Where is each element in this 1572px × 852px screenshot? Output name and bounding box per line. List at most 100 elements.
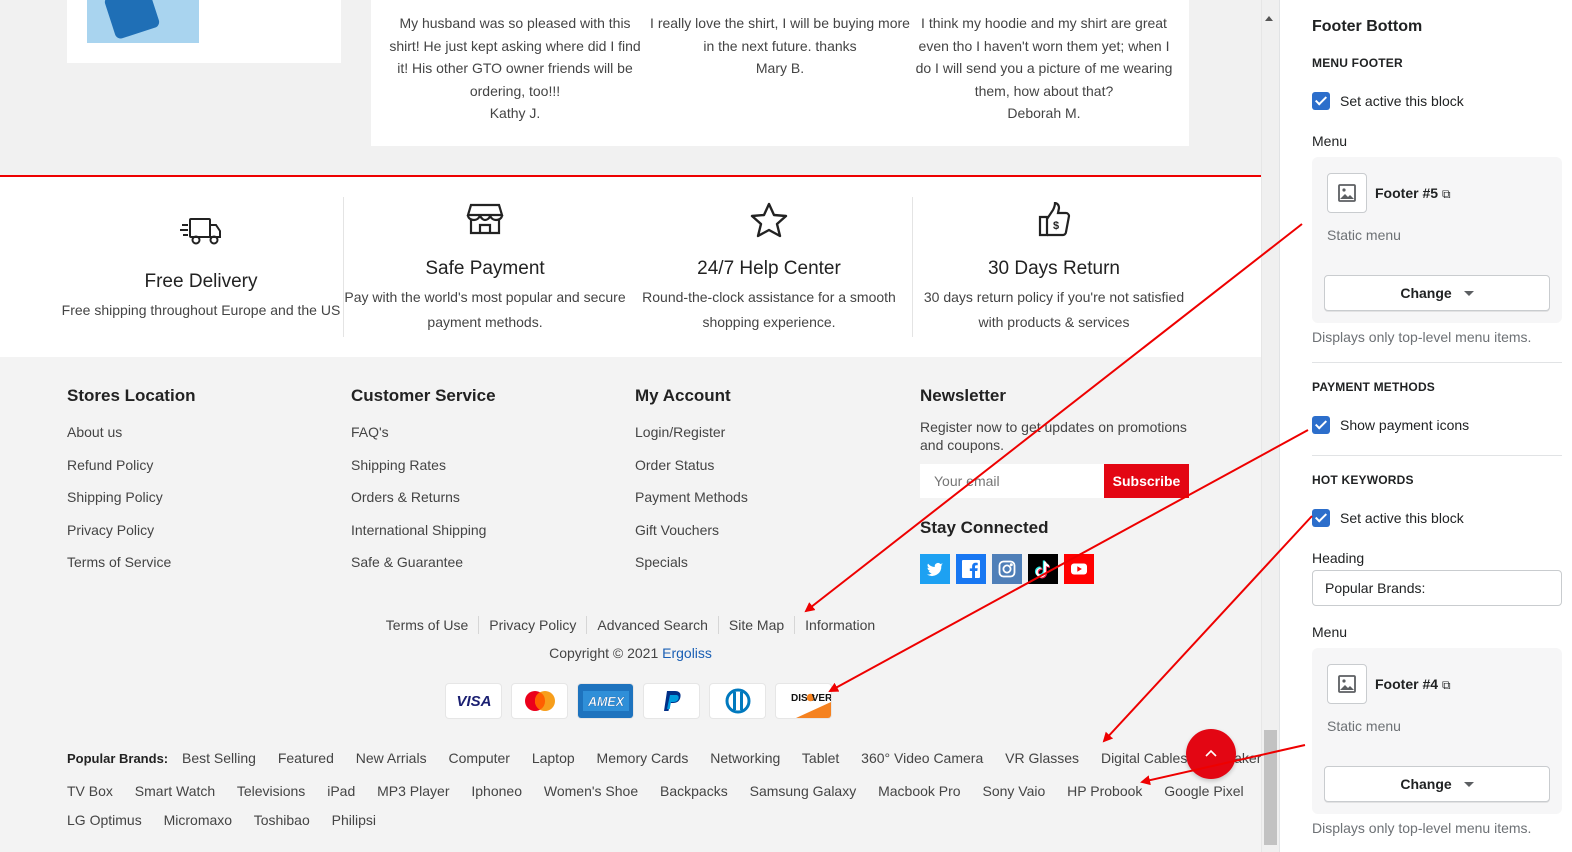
footer-link[interactable]: Orders & Returns — [351, 489, 496, 522]
brand-link[interactable]: MP3 Player — [377, 783, 449, 799]
external-link-icon[interactable]: ⧉ — [1442, 187, 1451, 201]
footer-link[interactable]: About us — [67, 424, 195, 457]
brand-link[interactable]: Women's Shoe — [544, 783, 638, 799]
testimonial: My husband was so pleased with this shir… — [385, 12, 645, 125]
testimonial-text: My husband was so pleased with this shir… — [389, 15, 641, 99]
brand-link[interactable]: 360° Video Camera — [861, 750, 983, 766]
menu-name-link[interactable]: Footer #4 ⧉ — [1375, 676, 1451, 693]
diners-icon — [710, 684, 765, 718]
show-payment-icons-checkbox[interactable]: Show payment icons — [1312, 415, 1469, 435]
twitter-icon[interactable] — [920, 554, 950, 584]
footer-link[interactable]: Shipping Rates — [351, 457, 496, 490]
brand-link[interactable]: Samsung Galaxy — [750, 783, 857, 799]
shop-icon — [466, 202, 504, 241]
checkbox-checked-icon[interactable] — [1312, 509, 1330, 527]
menu-footer-active-checkbox[interactable]: Set active this block — [1312, 91, 1464, 111]
brand-link[interactable]: Toshibao — [254, 812, 310, 828]
menu-name-link[interactable]: Footer #5 ⧉ — [1375, 185, 1451, 202]
footer-link[interactable]: Terms of Service — [67, 554, 195, 587]
svg-text:AMEX: AMEX — [586, 695, 624, 709]
change-menu-button[interactable]: Change — [1324, 766, 1550, 802]
tiktok-icon[interactable] — [1028, 554, 1058, 584]
menu-footer-link[interactable]: Terms of Use — [376, 616, 478, 634]
footer-link[interactable]: Privacy Policy — [67, 522, 195, 555]
brand-link[interactable]: Memory Cards — [597, 750, 689, 766]
footer-link[interactable]: Order Status — [635, 457, 748, 490]
feature-days-return: $ 30 Days Return 30 days return policy i… — [912, 177, 1196, 357]
facebook-icon[interactable] — [956, 554, 986, 584]
heading-label: Heading — [1312, 550, 1365, 566]
menu-name[interactable]: Footer #5 — [1375, 185, 1438, 201]
product-image[interactable] — [87, 0, 199, 43]
brand-link[interactable]: Smart Watch — [135, 783, 215, 799]
feature-title: 24/7 Help Center — [697, 258, 841, 279]
amex-icon: AMEX — [578, 684, 633, 718]
heading-field[interactable] — [1312, 570, 1562, 606]
checkbox-checked-icon[interactable] — [1312, 92, 1330, 110]
email-field[interactable] — [920, 464, 1105, 498]
brand-link[interactable]: Tablet — [802, 750, 839, 766]
menu-footer-link[interactable]: Advanced Search — [586, 616, 718, 634]
footer-link[interactable]: Login/Register — [635, 424, 748, 457]
brand-link[interactable]: iPad — [327, 783, 355, 799]
instagram-icon[interactable] — [992, 554, 1022, 584]
menu-footer-link[interactable]: Privacy Policy — [478, 616, 586, 634]
checkbox-checked-icon[interactable] — [1312, 416, 1330, 434]
brand-link[interactable]: HP Probook — [1067, 783, 1142, 799]
scrollbar-thumb[interactable] — [1264, 730, 1277, 845]
product-card[interactable] — [67, 0, 341, 63]
external-link-icon[interactable]: ⧉ — [1442, 678, 1451, 692]
paypal-icon — [644, 684, 699, 718]
brand-link[interactable]: Laptop — [532, 750, 575, 766]
menu-footer-link[interactable]: Site Map — [717, 616, 794, 634]
brand-link[interactable]: Networking — [710, 750, 780, 766]
menu-footer-link[interactable]: Information — [794, 616, 885, 634]
footer-link[interactable]: Specials — [635, 554, 748, 587]
brand-link[interactable]: Ergoliss — [662, 645, 712, 661]
col-title: My Account — [635, 386, 731, 405]
hot-keywords-active-checkbox[interactable]: Set active this block — [1312, 508, 1464, 528]
col-title: Customer Service — [351, 386, 496, 405]
brand-link[interactable]: New Arrials — [356, 750, 427, 766]
brand-link[interactable]: VR Glasses — [1005, 750, 1079, 766]
brand-link[interactable]: Philipsi — [332, 812, 376, 828]
brand-link[interactable]: Computer — [448, 750, 509, 766]
footer-link[interactable]: Safe & Guarantee — [351, 554, 496, 587]
menu-picker-card: Footer #4 ⧉ Static menu Change — [1312, 648, 1562, 814]
help-text: Displays only top-level menu items. — [1312, 329, 1532, 345]
change-menu-button[interactable]: Change — [1324, 275, 1550, 311]
footer-col-my-account: My Account Login/Register Order Status P… — [635, 386, 748, 587]
brand-link[interactable]: Iphoneo — [471, 783, 522, 799]
feature-title: Free Delivery — [144, 271, 258, 292]
brand-link[interactable]: Micromaxo — [164, 812, 232, 828]
footer-link[interactable]: International Shipping — [351, 522, 496, 555]
youtube-icon[interactable] — [1064, 554, 1094, 584]
menu-label: Menu — [1312, 133, 1348, 149]
feature-title: Safe Payment — [425, 258, 545, 279]
brand-link[interactable]: Sony Vaio — [982, 783, 1045, 799]
brand-link[interactable]: TV Box — [67, 783, 113, 799]
star-icon — [750, 202, 788, 243]
footer-link[interactable]: Shipping Policy — [67, 489, 195, 522]
scroll-up-arrow-icon[interactable] — [1265, 16, 1273, 21]
brand-link[interactable]: Televisions — [237, 783, 305, 799]
brand-link[interactable]: Macbook Pro — [878, 783, 960, 799]
feature-help-center: 24/7 Help Center Round-the-clock assista… — [627, 177, 911, 357]
brand-link[interactable]: Best Selling — [182, 750, 256, 766]
brand-link[interactable]: Featured — [278, 750, 334, 766]
brand-link[interactable]: Google Pixel — [1164, 783, 1243, 799]
brand-link[interactable]: Digital Cables — [1101, 750, 1187, 766]
back-to-top-button[interactable] — [1186, 729, 1236, 779]
change-label: Change — [1400, 776, 1452, 792]
brand-link[interactable]: LG Optimus — [67, 812, 142, 828]
footer-link[interactable]: FAQ's — [351, 424, 496, 457]
brand-link[interactable]: Backpacks — [660, 783, 728, 799]
svg-text:VER: VER — [812, 693, 831, 704]
footer-link[interactable]: Refund Policy — [67, 457, 195, 490]
menu-label: Menu — [1312, 624, 1348, 640]
footer-link[interactable]: Gift Vouchers — [635, 522, 748, 555]
subscribe-button[interactable]: Subscribe — [1104, 464, 1189, 498]
preview-scrollbar[interactable] — [1261, 0, 1279, 852]
menu-name[interactable]: Footer #4 — [1375, 676, 1438, 692]
footer-link[interactable]: Payment Methods — [635, 489, 748, 522]
